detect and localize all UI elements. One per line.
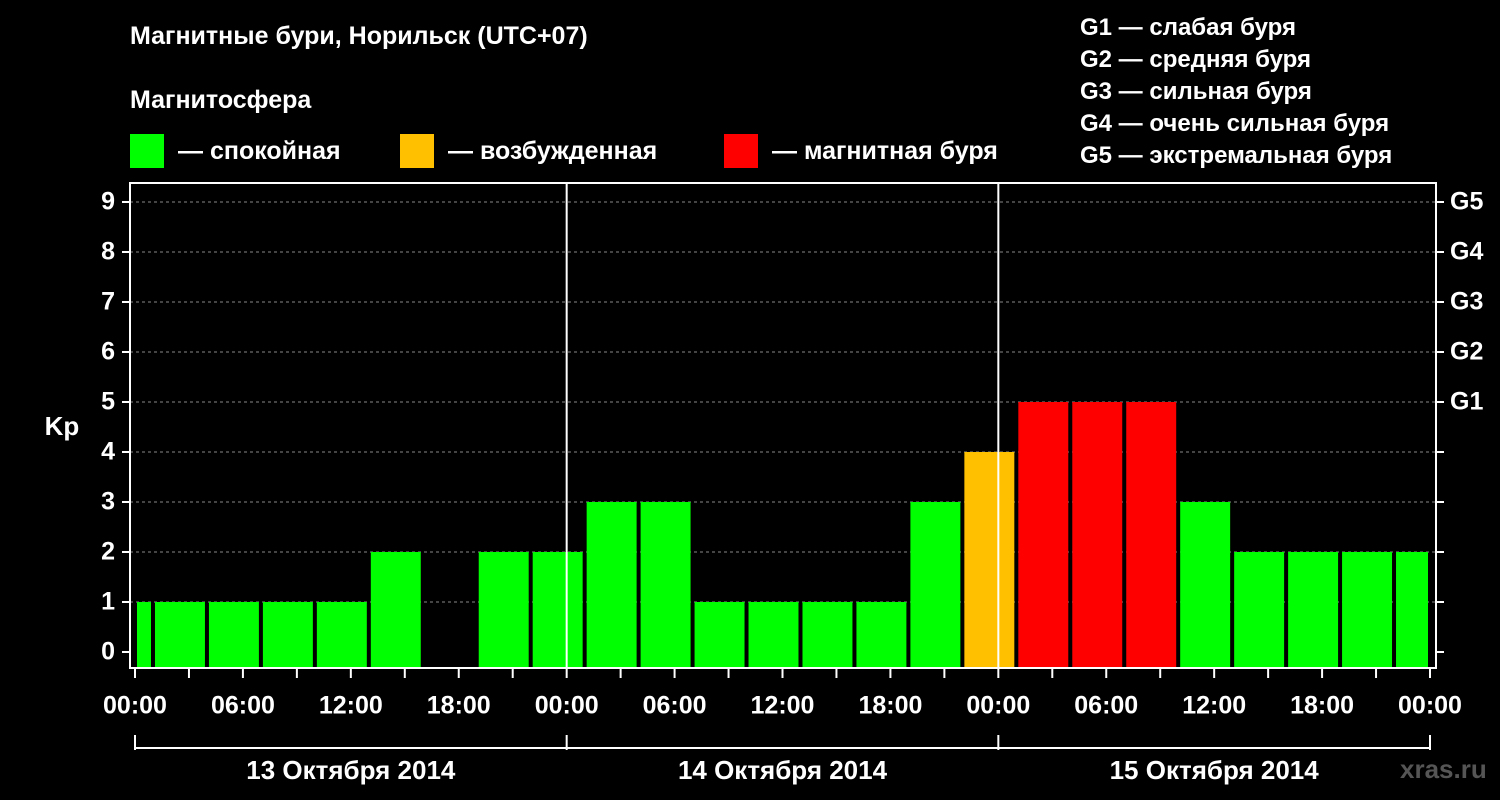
- y-tick-label: 7: [101, 288, 115, 316]
- kp-bar-chart: 0 1 2 3 4 5 6 7 8 9 G1 G2 G3 G4 G5 Kp 00:00 06:00 12:00 18:…: [45, 182, 1483, 785]
- kp-bar: [586, 502, 637, 668]
- kp-bar: [640, 502, 691, 668]
- kp-bar: [802, 602, 853, 668]
- y-axis-label: Kp: [45, 411, 80, 441]
- x-tick-label: 18:00: [858, 692, 922, 720]
- kp-bar: [1396, 552, 1428, 668]
- watermark: xras.ru: [1400, 754, 1487, 784]
- y-tick-label: 6: [101, 338, 115, 366]
- y-tick-label: 4: [101, 438, 115, 466]
- x-tick-label: 00:00: [535, 692, 599, 720]
- x-tick-label: 00:00: [103, 692, 167, 720]
- storm-level-tick-label: G3: [1450, 288, 1483, 316]
- storm-level-tick-label: G2: [1450, 338, 1483, 366]
- kp-bar: [137, 602, 151, 668]
- kp-bar: [316, 602, 367, 668]
- y-tick-label: 3: [101, 488, 115, 516]
- kp-bar: [478, 552, 529, 668]
- kp-bar: [208, 602, 259, 668]
- kp-bar: [910, 502, 961, 668]
- x-tick-label: 06:00: [211, 692, 275, 720]
- kp-bar: [370, 552, 421, 668]
- x-tick-label: 06:00: [1074, 692, 1138, 720]
- kp-bar: [856, 602, 907, 668]
- x-tick-label: 12:00: [319, 692, 383, 720]
- x-tick-label: 00:00: [1398, 692, 1462, 720]
- kp-bar: [748, 602, 799, 668]
- kp-bar: [1018, 402, 1069, 668]
- kp-bar: [1288, 552, 1339, 668]
- kp-bar: [262, 602, 313, 668]
- day-label: 13 Октября 2014: [246, 755, 456, 785]
- day-label: 14 Октября 2014: [678, 755, 888, 785]
- y-tick-label: 2: [101, 538, 115, 566]
- x-tick-label: 06:00: [643, 692, 707, 720]
- storm-level-tick-label: G4: [1450, 238, 1483, 266]
- x-tick-label: 12:00: [1182, 692, 1246, 720]
- y-tick-label: 5: [101, 388, 115, 416]
- storm-level-tick-label: G1: [1450, 388, 1483, 416]
- day-label: 15 Октября 2014: [1110, 755, 1320, 785]
- kp-bar: [532, 552, 583, 668]
- x-tick-label: 18:00: [427, 692, 491, 720]
- x-tick-label: 12:00: [751, 692, 815, 720]
- kp-bar: [1072, 402, 1123, 668]
- y-tick-label: 1: [101, 588, 115, 616]
- y-tick-label: 8: [101, 238, 115, 266]
- y-tick-label: 0: [101, 638, 115, 666]
- kp-bar: [694, 602, 745, 668]
- x-tick-label: 00:00: [966, 692, 1030, 720]
- kp-bar: [1234, 552, 1285, 668]
- kp-bar: [154, 602, 205, 668]
- kp-bar: [1180, 502, 1231, 668]
- y-tick-label: 9: [101, 188, 115, 216]
- kp-bar: [1126, 402, 1177, 668]
- kp-bar: [1342, 552, 1393, 668]
- kp-bar: [964, 452, 1015, 668]
- storm-level-tick-label: G5: [1450, 188, 1483, 216]
- x-tick-label: 18:00: [1290, 692, 1354, 720]
